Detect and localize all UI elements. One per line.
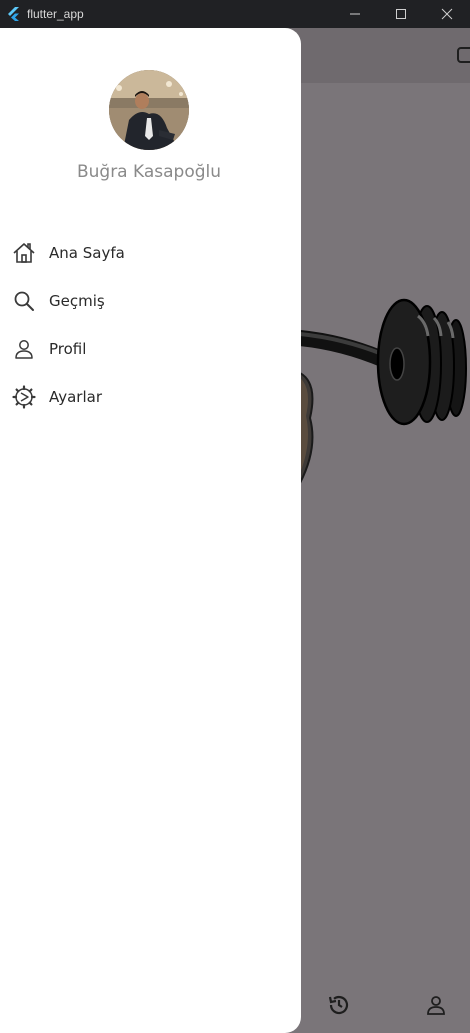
- avatar[interactable]: [109, 70, 189, 150]
- navigation-drawer: Buğra Kasapoğlu Ana Sayfa Geçmiş Profil …: [0, 28, 301, 1033]
- maximize-button[interactable]: [378, 0, 424, 28]
- user-name: Buğra Kasapoğlu: [76, 162, 222, 182]
- menu-item-ayarlar[interactable]: Ayarlar: [0, 373, 301, 421]
- square-icon[interactable]: [456, 46, 470, 66]
- maximize-icon: [396, 9, 406, 19]
- search-icon: [12, 289, 36, 313]
- user-photo: [109, 70, 189, 150]
- history-icon[interactable]: [327, 993, 351, 1017]
- menu-item-gecmis[interactable]: Geçmiş: [0, 277, 301, 325]
- menu-item-label: Geçmiş: [49, 292, 105, 310]
- menu-item-profil[interactable]: Profil: [0, 325, 301, 373]
- minimize-button[interactable]: [332, 0, 378, 28]
- flutter-logo-icon: [8, 7, 19, 21]
- menu-item-label: Profil: [49, 340, 87, 358]
- person-icon[interactable]: [424, 993, 448, 1017]
- window-title: flutter_app: [27, 7, 84, 21]
- window-titlebar: flutter_app: [0, 0, 470, 28]
- person-icon: [12, 337, 36, 361]
- settings-icon: [12, 385, 36, 409]
- close-button[interactable]: [424, 0, 470, 28]
- drawer-menu: Ana Sayfa Geçmiş Profil Ayarlar: [0, 229, 301, 421]
- window-controls: [332, 0, 470, 28]
- home-icon: [12, 241, 36, 265]
- minimize-icon: [350, 13, 360, 15]
- menu-item-ana-sayfa[interactable]: Ana Sayfa: [0, 229, 301, 277]
- menu-item-label: Ana Sayfa: [49, 244, 125, 262]
- menu-item-label: Ayarlar: [49, 388, 103, 406]
- close-icon: [441, 8, 453, 20]
- bottom-navigation: [300, 983, 470, 1033]
